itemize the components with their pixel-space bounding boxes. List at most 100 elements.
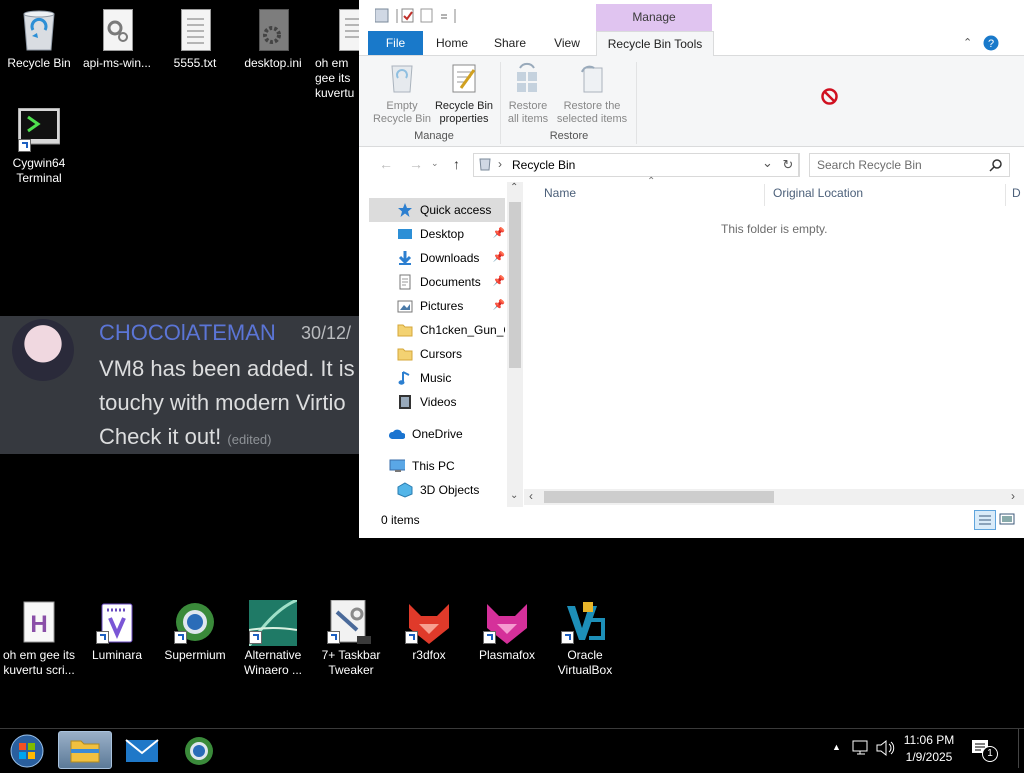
tab-home[interactable]: Home xyxy=(429,31,475,55)
address-bar[interactable]: › Recycle Bin ⌄ xyxy=(473,153,800,177)
show-hidden-icons-chevron-icon[interactable]: ▲ xyxy=(832,742,841,752)
nav-item-label: Cursors xyxy=(420,347,463,361)
chat-line-text: Check it out! xyxy=(99,424,222,449)
status-bar: 0 items xyxy=(359,508,1024,538)
taskbar-supermium-button[interactable] xyxy=(174,732,224,768)
breadcrumb-separator-icon: › xyxy=(498,157,502,171)
column-header-original-location[interactable]: Original Location xyxy=(773,186,863,200)
desktop-icon-oracle-virtualbox[interactable]: Oracle VirtualBox xyxy=(546,600,624,678)
scroll-down-arrow-icon[interactable]: ⌄ xyxy=(510,490,518,501)
chevron-down-icon[interactable]: ⌃ xyxy=(963,36,972,49)
column-divider[interactable] xyxy=(764,184,765,206)
chat-date: 30/12/ xyxy=(301,323,352,343)
nav-item-downloads[interactable]: Downloads 📌 xyxy=(369,246,505,270)
3d-objects-icon xyxy=(397,482,413,498)
desktop-icon-label: Recycle Bin xyxy=(7,56,71,70)
system-clock[interactable]: 11:06 PM 1/9/2025 xyxy=(900,732,958,766)
avatar xyxy=(12,319,74,381)
help-icon[interactable]: ? xyxy=(983,35,999,51)
desktop-icon-plasmafox[interactable]: Plasmafox xyxy=(468,600,546,663)
desktop-icon-cygwin64-terminal[interactable]: Cygwin64 Terminal xyxy=(0,107,78,186)
volume-speaker-icon[interactable] xyxy=(875,739,895,757)
desktop-icon-desktop-ini[interactable]: desktop.ini xyxy=(234,8,312,71)
tab-recycle-bin-tools[interactable]: Recycle Bin Tools xyxy=(596,31,714,57)
nav-item-quick-access[interactable]: Quick access xyxy=(369,198,505,222)
shortcut-arrow-icon xyxy=(327,631,340,644)
quick-access-toolbar[interactable] xyxy=(375,8,475,24)
shortcut-arrow-icon xyxy=(561,631,574,644)
desktop-icon-recycle-bin[interactable]: Recycle Bin xyxy=(0,8,78,71)
horizontal-scrollbar[interactable]: ‹ › xyxy=(524,489,1024,505)
details-view-icon[interactable] xyxy=(974,510,996,530)
large-icons-view-icon[interactable] xyxy=(999,511,1015,527)
shortcut-arrow-icon xyxy=(174,631,187,644)
network-icon[interactable] xyxy=(851,739,871,757)
desktop-icon-label: Oracle VirtualBox xyxy=(557,648,613,677)
shortcut-arrow-icon xyxy=(405,631,418,644)
recycle-bin-icon xyxy=(18,8,60,52)
nav-item-label: Desktop xyxy=(420,227,465,241)
scroll-right-arrow-icon[interactable]: › xyxy=(1011,489,1015,503)
scroll-up-arrow-icon[interactable]: ⌃ xyxy=(510,182,518,193)
scrollbar-thumb[interactable] xyxy=(544,491,774,503)
start-button[interactable] xyxy=(4,732,54,768)
desktop-icon-alternative-winaero[interactable]: Alternative Winaero ... xyxy=(234,598,312,678)
breadcrumb-recycle-bin[interactable]: Recycle Bin xyxy=(512,158,575,172)
nav-item-this-pc[interactable]: This PC xyxy=(369,454,505,478)
virtualbox-icon xyxy=(561,600,609,644)
tab-share[interactable]: Share xyxy=(487,31,533,55)
taskbar-file-explorer-button[interactable] xyxy=(58,731,112,769)
nav-item-music[interactable]: Music xyxy=(369,366,505,390)
pin-icon: 📌 xyxy=(492,228,505,239)
desktop-icon-api-ms-win[interactable]: api-ms-win... xyxy=(78,8,156,71)
tab-view[interactable]: View xyxy=(544,31,590,55)
nav-item-cursors[interactable]: Cursors xyxy=(369,342,505,366)
desktop-icon-kuvertu-script[interactable]: H oh em gee its kuvertu scri... xyxy=(0,600,78,678)
column-divider[interactable] xyxy=(1005,184,1006,206)
taskbar-mail-button[interactable] xyxy=(117,732,167,768)
up-arrow-icon[interactable]: ↑ xyxy=(453,156,460,172)
desktop-icon-7-taskbar-tweaker[interactable]: 7+ Taskbar Tweaker xyxy=(312,599,390,678)
nav-item-3d-objects[interactable]: 3D Objects xyxy=(369,478,505,502)
address-dropdown-chevron-icon[interactable]: ⌄ xyxy=(762,155,773,171)
column-header-name[interactable]: Name xyxy=(544,186,576,200)
button-label: Recycle Bin xyxy=(434,100,494,112)
computer-icon xyxy=(389,459,405,472)
nav-item-label: Downloads xyxy=(420,251,480,265)
forward-arrow-icon[interactable]: → xyxy=(409,156,423,172)
nav-item-desktop[interactable]: Desktop 📌 xyxy=(369,222,505,246)
nav-item-pictures[interactable]: Pictures 📌 xyxy=(369,294,505,318)
restore-all-items-button[interactable]: Restore all items xyxy=(504,60,552,126)
ribbon-tabs: File Home Share View Recycle Bin Tools ⌃… xyxy=(359,31,1024,57)
chat-username[interactable]: CHOCOlATEMAN xyxy=(99,320,276,346)
desktop-icon-r3dfox[interactable]: r3dfox xyxy=(390,600,468,663)
nav-vertical-scrollbar[interactable]: ⌃ ⌄ xyxy=(507,182,523,507)
tab-file[interactable]: File xyxy=(368,31,423,55)
desktop-icon-luminara[interactable]: Luminara xyxy=(78,600,156,663)
nav-item-ch1cken-gun[interactable]: Ch1cken_Gun_C xyxy=(369,318,505,342)
scrollbar-thumb[interactable] xyxy=(509,202,521,368)
restore-selected-items-button[interactable]: Restore the selected items xyxy=(554,60,630,126)
empty-recycle-bin-button[interactable]: Empty Recycle Bin xyxy=(371,60,433,126)
nav-item-videos[interactable]: Videos xyxy=(369,390,505,414)
show-desktop-button[interactable] xyxy=(1018,729,1024,768)
action-center-button[interactable]: 1 xyxy=(970,737,998,762)
search-input[interactable]: Search Recycle Bin xyxy=(809,153,1010,177)
recycle-bin-properties-button[interactable]: Recycle Bin properties xyxy=(433,60,495,126)
desktop-icon-oh-em-gee[interactable]: oh em gee its kuvertu xyxy=(312,8,360,101)
refresh-icon[interactable]: ↻ xyxy=(778,153,799,177)
nav-item-label: 3D Objects xyxy=(420,483,480,497)
back-arrow-icon[interactable]: ← xyxy=(379,156,393,172)
desktop-icon-supermium[interactable]: Supermium xyxy=(156,600,234,663)
scroll-left-arrow-icon[interactable]: ‹ xyxy=(529,489,533,503)
svg-text:H: H xyxy=(30,611,47,638)
recycle-bin-small-icon xyxy=(479,158,491,171)
desktop-icon-label: Supermium xyxy=(164,648,226,662)
nav-item-documents[interactable]: Documents 📌 xyxy=(369,270,505,294)
shortcut-arrow-icon xyxy=(249,631,262,644)
not-allowed-cursor-icon xyxy=(821,88,838,105)
desktop-icon-5555-txt[interactable]: 5555.txt xyxy=(156,8,234,71)
recent-locations-chevron-icon[interactable]: ⌄ xyxy=(431,158,439,169)
nav-item-onedrive[interactable]: OneDrive xyxy=(369,422,505,446)
column-header-date-deleted[interactable]: D xyxy=(1012,186,1021,200)
